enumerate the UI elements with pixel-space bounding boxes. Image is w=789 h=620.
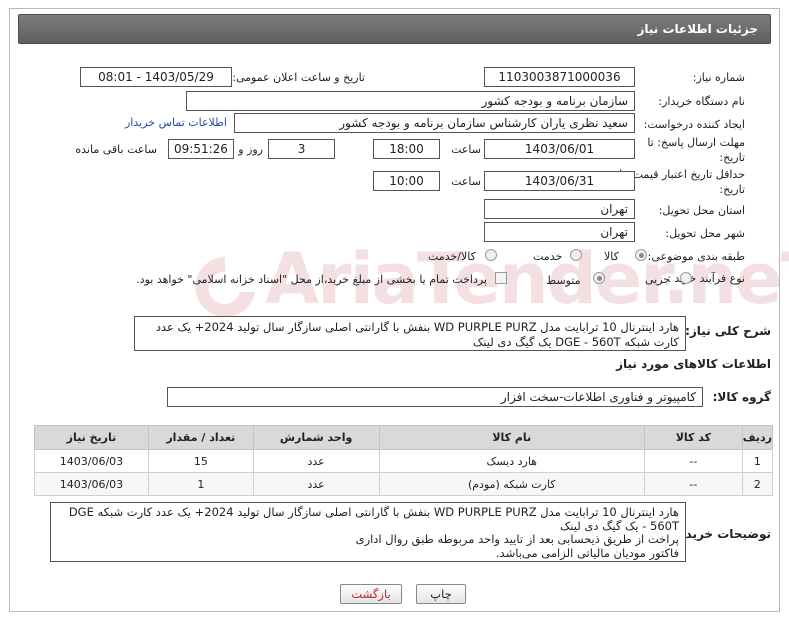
treasury-payment-note: پرداخت تمام یا بخشی از مبلغ خرید،از محل … [136,273,487,286]
buyer-contact-link[interactable]: اطلاعات تماس خریدار [125,116,227,129]
category-radio-service[interactable] [570,249,582,261]
process-option-minor: جزیی [645,273,671,286]
price-validity-date-label: تاریخ: [719,183,745,196]
need-number-field: 1103003871000036 [484,67,635,87]
need-number-label: شماره نیاز: [692,71,745,84]
province-label: استان محل تحویل: [658,204,745,217]
row-name: هارد دیسک [378,449,645,473]
summary-line-2: کارت شبکه DGE - 560T یک گیگ دی لینک [473,335,679,349]
page-title: جزئیات اطلاعات نیاز [637,22,758,36]
row-unit: عدد [252,472,380,496]
goods-group-field: کامپیوتر و فناوری اطلاعات-سخت افزار [167,387,703,407]
goods-group-label: گروه کالا: [712,390,771,404]
price-validity-label: حداقل تاریخ اعتبار قیمت: تا [619,168,745,181]
row-number: 1 [741,449,774,473]
goods-table: ردیف کد کالا نام کالا واحد شمارش تعداد /… [34,425,774,496]
col-code: کد کالا [643,425,743,450]
deadline-label: مهلت ارسال پاسخ: تا [647,136,745,149]
price-validity-time-label: ساعت [451,175,481,188]
deadline-time-field: 18:00 [373,139,440,159]
announce-datetime-field: 1403/05/29 - 08:01 [80,67,232,87]
category-option-goods: کالا [604,250,619,263]
row-date: 1403/06/03 [34,472,149,496]
goods-table-header: ردیف کد کالا نام کالا واحد شمارش تعداد /… [34,425,774,450]
col-unit: واحد شمارش [252,425,380,450]
deadline-date-field: 1403/06/01 [484,139,635,159]
remaining-time-field: 09:51:26 [168,139,234,159]
announce-label: تاریخ و ساعت اعلان عمومی: [232,71,365,84]
buyer-org-label: نام دستگاه خریدار: [658,95,745,108]
category-label: طبقه بندی موضوعی: [647,250,745,263]
treasury-payment-checkbox[interactable] [495,272,507,284]
buyer-notes-line-2: 560T - یک گیگ دی لینک [559,518,679,533]
days-field: 3 [268,139,335,159]
row-date: 1403/06/03 [34,449,149,473]
col-date: تاریخ نیاز [34,425,149,450]
col-name: نام کالا [378,425,645,450]
process-option-medium: متوسط [546,274,581,287]
creator-label: ایجاد کننده درخواست: [643,118,745,131]
goods-section-title: اطلاعات کالاهای مورد نیاز [616,357,771,371]
process-label: نوع فرآیند خرید : [667,272,745,285]
page-header: جزئیات اطلاعات نیاز [18,14,771,44]
price-validity-date-field: 1403/06/31 [484,171,635,191]
buyer-notes-textarea[interactable]: هارد اینترنال 10 ترابایت مدل WD PURPLE P… [50,502,686,562]
buyer-notes-line-4: فاکتور مودیان مالیاتی الزامی می‌باشد. [495,545,679,560]
row-code: -- [643,449,743,473]
row-name: کارت شبکه (مودم) [378,472,645,496]
summary-textarea[interactable]: هارد اینترنال 10 ترابایت مدل WD PURPLE P… [134,316,686,351]
back-button[interactable]: بازگشت [340,584,402,604]
days-label: روز و [238,143,263,156]
row-code: -- [643,472,743,496]
table-row: 1 -- هارد دیسک عدد 15 1403/06/03 [34,449,774,473]
remaining-label: ساعت باقی مانده [75,143,157,156]
creator-field: سعید نظری یاران کارشناس سازمان برنامه و … [234,113,635,133]
summary-line-1: هارد اینترنال 10 ترابایت مدل WD PURPLE P… [155,320,679,334]
process-radio-medium[interactable] [593,272,605,284]
province-field: تهران [484,199,635,219]
city-field: تهران [484,222,635,242]
buyer-notes-line-1: هارد اینترنال 10 ترابایت مدل WD PURPLE P… [68,505,679,519]
deadline-date-label: تاریخ: [719,151,745,164]
deadline-time-label: ساعت [451,143,481,156]
category-option-goods-service: کالا/خدمت [428,250,476,263]
category-option-service: خدمت [533,250,563,263]
price-validity-time-field: 10:00 [373,171,440,191]
row-qty: 15 [147,449,254,473]
city-label: شهر محل تحویل: [665,227,745,240]
process-radio-minor[interactable] [680,272,692,284]
row-unit: عدد [252,449,380,473]
row-qty: 1 [147,472,254,496]
category-radio-goods-service[interactable] [485,249,497,261]
category-radio-goods[interactable] [635,249,647,261]
buyer-notes-line-3: پراخت از طریق ذیحسابی بعد از تایید واحد … [355,532,679,546]
col-row: ردیف [741,425,774,450]
row-number: 2 [741,472,774,496]
col-qty: تعداد / مقدار [147,425,254,450]
print-button[interactable]: چاپ [416,584,466,604]
table-row: 2 -- کارت شبکه (مودم) عدد 1 1403/06/03 [34,472,774,496]
summary-label: شرح کلی نیاز: [685,324,771,338]
buyer-org-field: سازمان برنامه و بودجه کشور [186,91,635,111]
